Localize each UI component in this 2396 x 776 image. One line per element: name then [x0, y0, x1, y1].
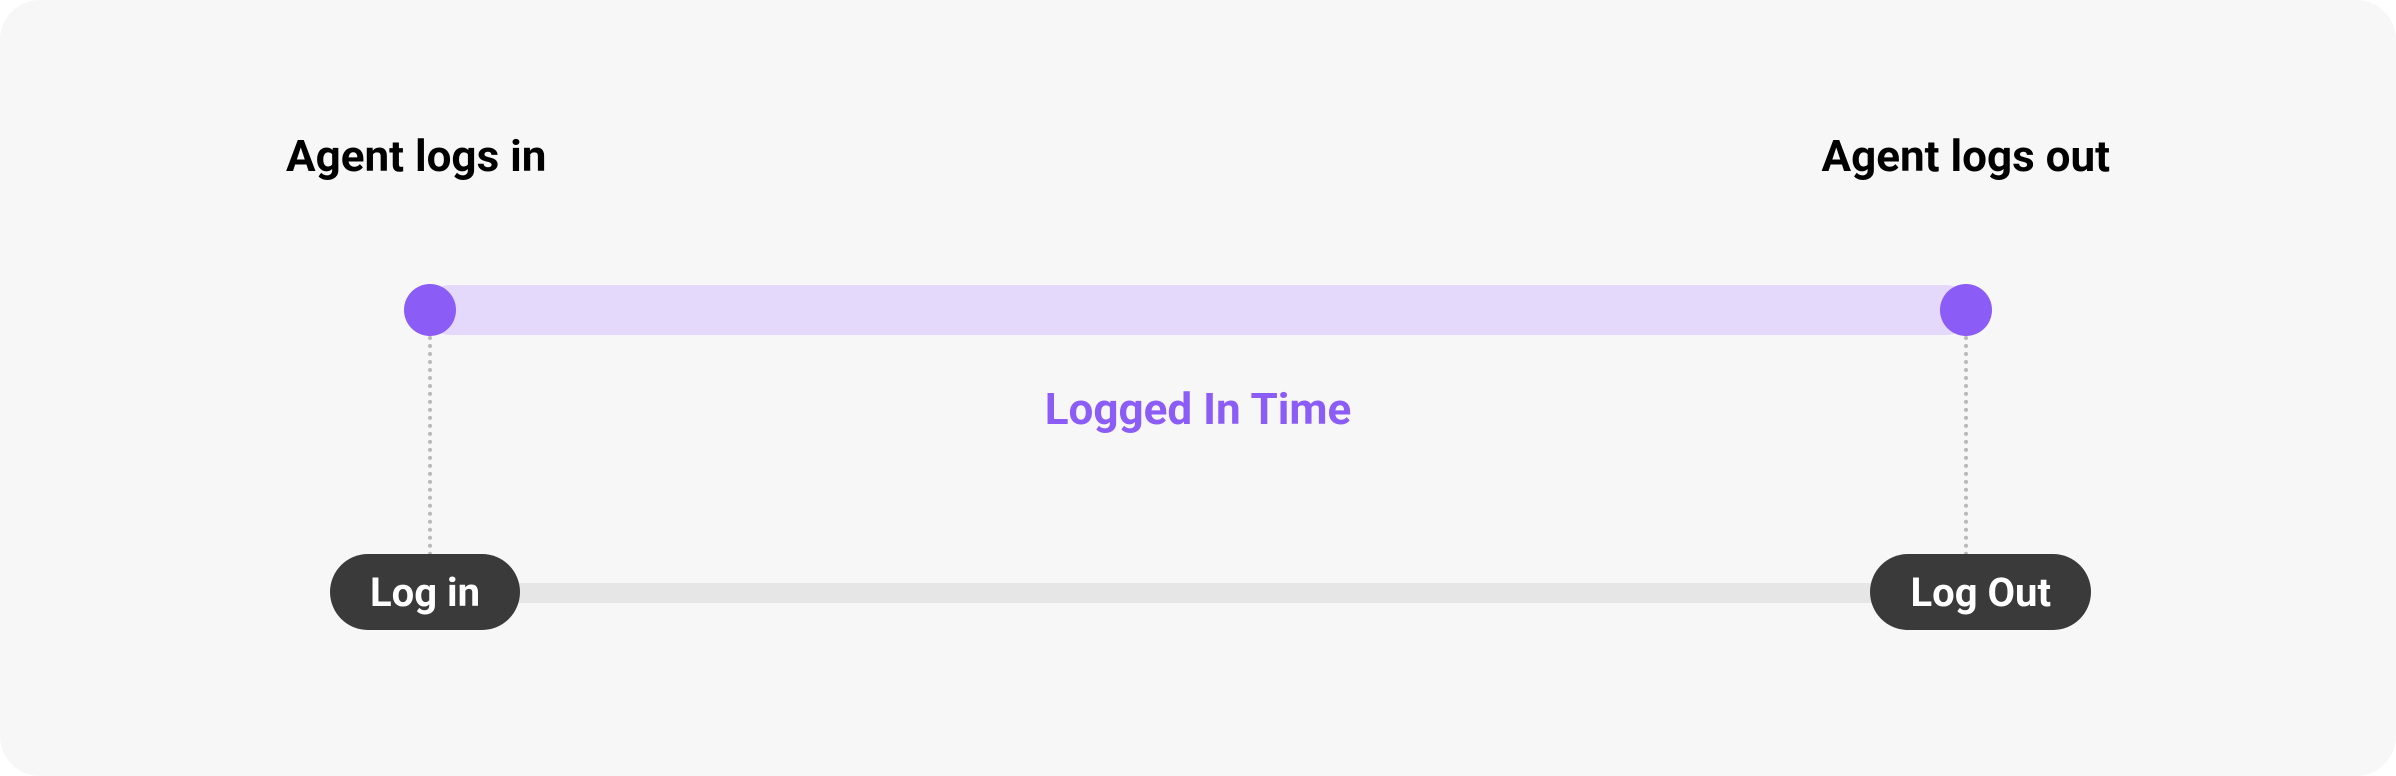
timeline-end-dot-icon — [1940, 284, 1992, 336]
event-start-label: Agent logs in — [286, 130, 546, 182]
timeline-segment-label: Logged In Time — [0, 383, 2396, 435]
connector-end — [1964, 336, 1968, 580]
action-pill-login: Log in — [330, 554, 520, 630]
timeline-start-dot-icon — [404, 284, 456, 336]
diagram-canvas: Agent logs in Agent logs out Logged In T… — [0, 0, 2396, 776]
connector-start — [428, 336, 432, 580]
timeline-segment-logged-in — [425, 285, 1971, 335]
event-end-label: Agent logs out — [1822, 130, 2110, 182]
action-track — [430, 583, 1966, 603]
action-pill-logout: Log Out — [1870, 554, 2091, 630]
